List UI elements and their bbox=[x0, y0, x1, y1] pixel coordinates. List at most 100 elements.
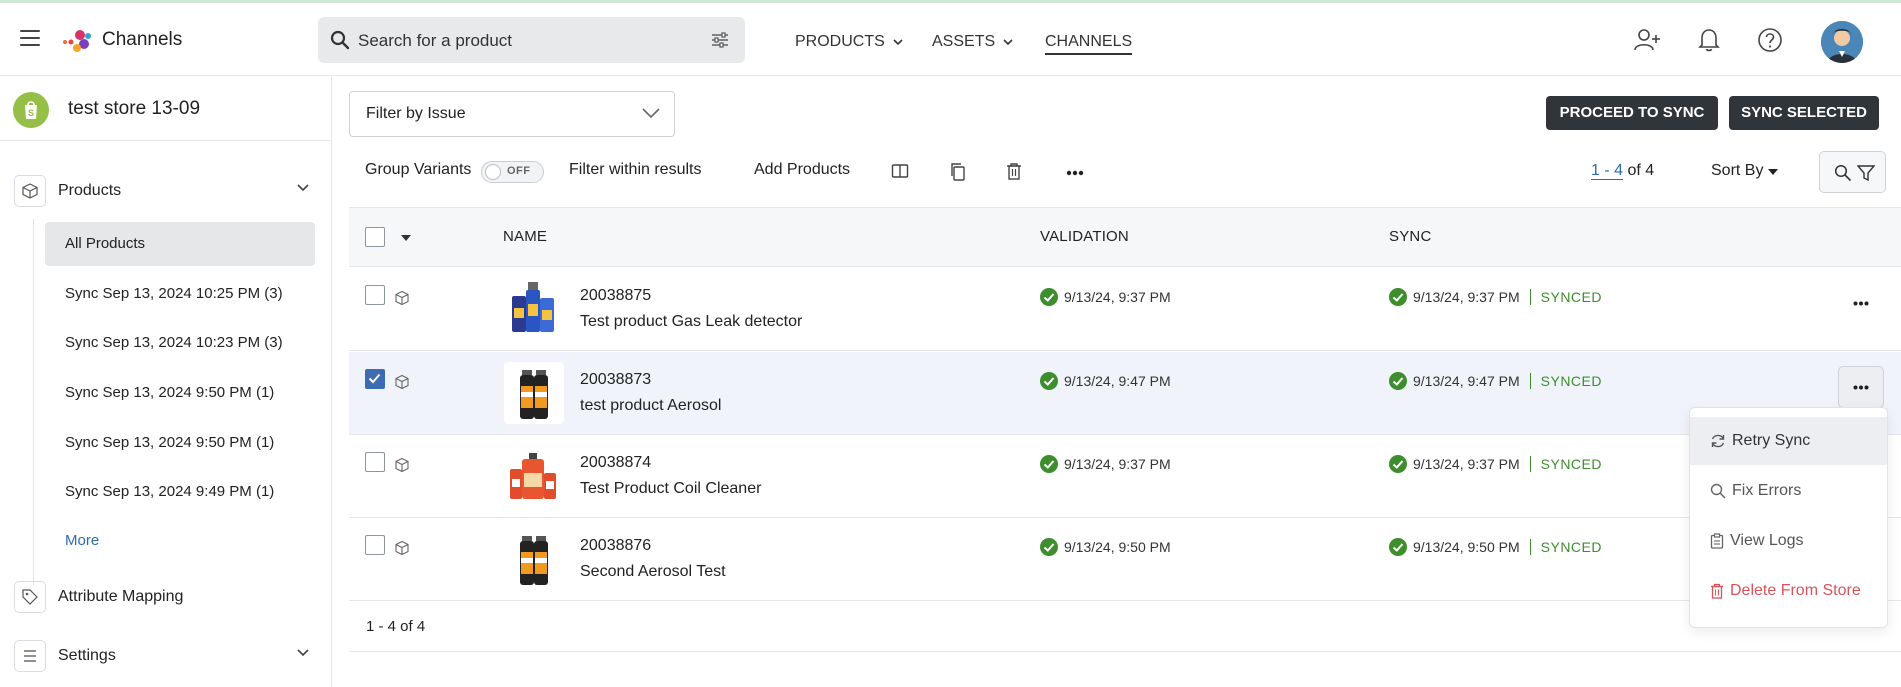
sidebar-tree-line bbox=[33, 219, 34, 585]
check-circle-icon bbox=[1040, 455, 1058, 473]
sync-timestamp: 9/13/24, 9:37 PM bbox=[1413, 456, 1520, 472]
chevron-down-icon[interactable] bbox=[297, 649, 309, 657]
check-circle-icon bbox=[1389, 372, 1407, 390]
column-header-validation[interactable]: VALIDATION bbox=[1040, 228, 1129, 245]
chevron-down-icon[interactable] bbox=[297, 184, 309, 192]
table-row[interactable]: 20038876 Second Aerosol Test 9/13/24, 9:… bbox=[349, 518, 1901, 601]
help-icon[interactable] bbox=[1757, 27, 1783, 53]
row-checkbox[interactable] bbox=[365, 452, 385, 472]
menu-icon[interactable] bbox=[20, 30, 40, 46]
menu-item-view-logs[interactable]: View Logs bbox=[1690, 517, 1887, 565]
product-thumbnail[interactable] bbox=[504, 362, 564, 424]
column-header-name[interactable]: NAME bbox=[503, 228, 547, 245]
pagination-total: of 4 bbox=[1627, 162, 1655, 179]
product-sku[interactable]: 20038876 bbox=[580, 537, 651, 555]
sidebar-item-sync[interactable]: Sync Sep 13, 2024 10:23 PM (3) bbox=[45, 321, 315, 365]
top-bar: Channels Search for a product PRODUCTS A… bbox=[0, 3, 1901, 76]
proceed-to-sync-button[interactable]: PROCEED TO SYNC bbox=[1546, 96, 1718, 130]
menu-item-delete-from-store-label: Delete From Store bbox=[1730, 582, 1861, 599]
menu-item-retry-sync-label: Retry Sync bbox=[1732, 432, 1811, 449]
add-products-button[interactable]: Add Products bbox=[754, 161, 850, 179]
columns-icon[interactable] bbox=[891, 162, 909, 180]
nav-channels-label: CHANNELS bbox=[1045, 33, 1133, 55]
table-footer-count: 1 - 4 of 4 bbox=[366, 618, 426, 635]
row-actions-button[interactable] bbox=[1838, 282, 1884, 324]
more-horizontal-icon[interactable] bbox=[1066, 170, 1084, 176]
product-thumbnail[interactable] bbox=[504, 278, 564, 340]
row-checkbox[interactable] bbox=[365, 535, 385, 555]
sidebar-attribute-mapping-label: Attribute Mapping bbox=[58, 588, 184, 605]
filter-by-issue-select[interactable]: Filter by Issue bbox=[349, 91, 675, 137]
sidebar-item-sync[interactable]: Sync Sep 13, 2024 9:49 PM (1) bbox=[45, 470, 315, 514]
sidebar-item-sync[interactable]: Sync Sep 13, 2024 9:50 PM (1) bbox=[45, 371, 315, 415]
nav-products[interactable]: PRODUCTS bbox=[795, 33, 903, 51]
sidebar-section-attribute-mapping[interactable]: Attribute Mapping bbox=[14, 579, 319, 615]
shopify-icon: S bbox=[13, 92, 49, 128]
menu-item-fix-errors[interactable]: Fix Errors bbox=[1690, 467, 1887, 515]
chevron-down-icon bbox=[893, 38, 903, 45]
product-thumbnail[interactable] bbox=[504, 528, 564, 590]
sidebar-section-products[interactable]: Products bbox=[14, 173, 319, 209]
product-name[interactable]: Test product Gas Leak detector bbox=[580, 313, 802, 331]
validation-status: 9/13/24, 9:37 PM bbox=[1040, 288, 1171, 306]
search-icon bbox=[1710, 483, 1726, 499]
sync-status-badge: SYNCED bbox=[1540, 456, 1602, 472]
sliders-icon[interactable] bbox=[711, 32, 729, 48]
column-header-sync[interactable]: SYNC bbox=[1389, 228, 1431, 245]
table-row[interactable]: 20038875 Test product Gas Leak detector … bbox=[349, 268, 1901, 351]
sync-selected-button[interactable]: SYNC SELECTED bbox=[1729, 96, 1879, 130]
select-all-checkbox[interactable] bbox=[365, 227, 385, 247]
sidebar-item-sync[interactable]: Sync Sep 13, 2024 9:50 PM (1) bbox=[45, 421, 315, 465]
product-name[interactable]: test product Aerosol bbox=[580, 397, 721, 415]
search-icon bbox=[1834, 164, 1852, 182]
toggle-knob bbox=[485, 164, 501, 180]
copy-icon[interactable] bbox=[949, 162, 967, 182]
search-filter-button[interactable] bbox=[1819, 151, 1886, 193]
sync-status: 9/13/24, 9:47 PM SYNCED bbox=[1389, 372, 1602, 390]
pagination-range-link[interactable]: 1 - 4 bbox=[1591, 162, 1624, 180]
sidebar-more-link[interactable]: More bbox=[45, 519, 315, 563]
sync-status: 9/13/24, 9:37 PM SYNCED bbox=[1389, 455, 1602, 473]
channels-logo-icon bbox=[63, 30, 91, 52]
table-header: NAME VALIDATION SYNC bbox=[349, 207, 1901, 267]
product-thumbnail[interactable] bbox=[504, 445, 564, 507]
row-actions-button[interactable] bbox=[1838, 366, 1884, 408]
add-user-icon[interactable] bbox=[1633, 27, 1661, 53]
menu-item-retry-sync[interactable]: Retry Sync bbox=[1690, 417, 1887, 465]
list-icon bbox=[14, 640, 46, 672]
check-circle-icon bbox=[1389, 538, 1407, 556]
row-checkbox[interactable] bbox=[365, 369, 385, 389]
product-sku[interactable]: 20038873 bbox=[580, 371, 651, 389]
nav-channels[interactable]: CHANNELS bbox=[1045, 33, 1133, 55]
filter-within-results-button[interactable]: Filter within results bbox=[569, 161, 701, 179]
group-variants-toggle[interactable]: OFF bbox=[481, 161, 544, 183]
validation-status: 9/13/24, 9:47 PM bbox=[1040, 372, 1171, 390]
search-input[interactable]: Search for a product bbox=[358, 31, 512, 51]
row-checkbox[interactable] bbox=[365, 285, 385, 305]
product-name[interactable]: Second Aerosol Test bbox=[580, 563, 726, 581]
bell-icon[interactable] bbox=[1697, 27, 1721, 53]
product-name[interactable]: Test Product Coil Cleaner bbox=[580, 480, 761, 498]
chevron-down-icon bbox=[1003, 38, 1013, 45]
nav-assets[interactable]: ASSETS bbox=[932, 33, 1013, 51]
validation-timestamp: 9/13/24, 9:47 PM bbox=[1064, 373, 1171, 389]
avatar[interactable] bbox=[1821, 21, 1863, 63]
product-image-aerosol bbox=[520, 370, 548, 419]
user-avatar-icon bbox=[1821, 21, 1863, 63]
trash-icon[interactable] bbox=[1006, 162, 1022, 181]
svg-text:S: S bbox=[28, 108, 34, 118]
more-horizontal-icon bbox=[1853, 301, 1869, 305]
sidebar-section-settings[interactable]: Settings bbox=[14, 638, 319, 674]
sidebar-item-all-products[interactable]: All Products bbox=[45, 222, 315, 266]
sort-by-dropdown[interactable]: Sort By bbox=[1711, 162, 1778, 180]
product-search[interactable]: Search for a product bbox=[318, 17, 745, 63]
table-row[interactable]: 20038873 test product Aerosol 9/13/24, 9… bbox=[349, 352, 1901, 435]
product-image-aerosol bbox=[520, 536, 548, 585]
caret-down-icon[interactable] bbox=[401, 235, 411, 241]
product-sku[interactable]: 20038874 bbox=[580, 454, 651, 472]
menu-item-delete-from-store[interactable]: Delete From Store bbox=[1690, 567, 1887, 615]
sidebar-item-sync[interactable]: Sync Sep 13, 2024 10:25 PM (3) bbox=[45, 272, 315, 316]
table-row[interactable]: 20038874 Test Product Coil Cleaner 9/13/… bbox=[349, 435, 1901, 518]
product-sku[interactable]: 20038875 bbox=[580, 287, 651, 305]
store-header[interactable]: S test store 13-09 bbox=[0, 77, 331, 141]
